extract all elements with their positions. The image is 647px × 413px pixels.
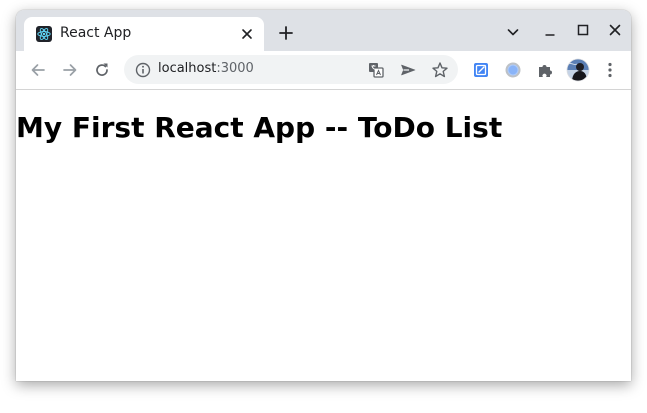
- tab-title: React App: [60, 25, 132, 41]
- url-host: localhost: [158, 61, 217, 76]
- profile-avatar[interactable]: [566, 58, 590, 82]
- page-title: My First React App -- ToDo List: [16, 111, 503, 144]
- star-icon[interactable]: [431, 61, 449, 79]
- url-text[interactable]: localhost:3000: [158, 61, 254, 76]
- puzzle-icon[interactable]: [535, 60, 555, 80]
- translate-icon[interactable]: [367, 61, 385, 79]
- extension-circle-icon[interactable]: [503, 60, 523, 80]
- react-logo-icon: [36, 26, 52, 42]
- extension-editor-icon[interactable]: [471, 60, 491, 80]
- tab-react-app[interactable]: React App: [24, 17, 264, 51]
- browser-toolbar: localhost:3000: [16, 51, 631, 90]
- maximize-icon[interactable]: [573, 20, 593, 40]
- new-tab-icon[interactable]: [276, 23, 296, 43]
- browser-window: React App localhost:3000 My First React …: [16, 10, 631, 381]
- minimize-icon[interactable]: [540, 22, 560, 42]
- forward-arrow-icon[interactable]: [60, 60, 80, 80]
- reload-icon[interactable]: [92, 60, 112, 80]
- url-port: :3000: [216, 61, 254, 76]
- title-bar: React App: [16, 10, 631, 51]
- page-viewport: My First React App -- ToDo List: [16, 90, 631, 381]
- tab-search-icon[interactable]: [503, 22, 523, 42]
- kebab-menu-icon[interactable]: [600, 60, 620, 80]
- back-arrow-icon[interactable]: [28, 60, 48, 80]
- send-icon[interactable]: [399, 61, 417, 79]
- close-window-icon[interactable]: [605, 20, 625, 40]
- address-bar[interactable]: localhost:3000: [124, 55, 458, 84]
- close-tab-icon[interactable]: [238, 25, 256, 43]
- info-icon[interactable]: [134, 61, 152, 79]
